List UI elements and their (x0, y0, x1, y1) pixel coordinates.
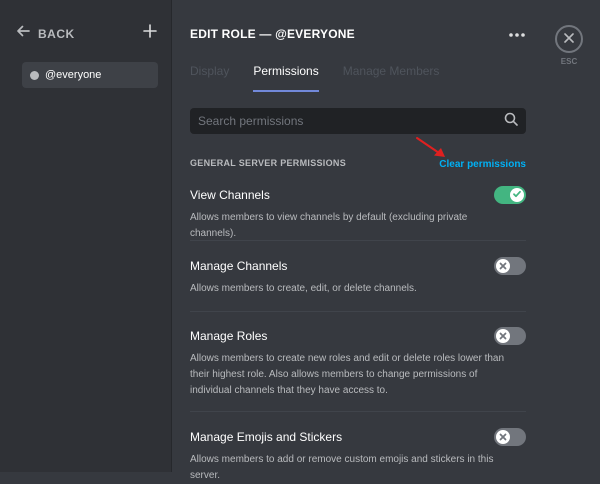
settings-sidebar: BACK @everyone (0, 0, 172, 472)
section-title: GENERAL SERVER PERMISSIONS (190, 158, 347, 168)
permission-manage-roles: Manage Roles Allows members to create ne… (190, 327, 526, 412)
close-area: ESC (555, 25, 587, 66)
esc-label: ESC (560, 57, 578, 66)
annotation-arrow-icon (415, 136, 447, 165)
back-button[interactable]: BACK (16, 24, 75, 43)
toggle-manage-emojis-stickers[interactable] (494, 428, 526, 446)
page-title: EDIT ROLE — @EVERYONE (190, 27, 355, 41)
search-input[interactable] (198, 114, 504, 128)
check-icon (512, 186, 522, 204)
permission-manage-channels: Manage Channels Allows members to create… (190, 257, 526, 312)
close-button[interactable] (555, 25, 583, 53)
role-item-everyone[interactable]: @everyone (22, 62, 158, 88)
close-icon (564, 30, 574, 48)
permission-view-channels: View Channels Allows members to view cha… (190, 186, 526, 241)
clear-permissions-link[interactable]: Clear permissions (439, 159, 526, 170)
tab-manage-members[interactable]: Manage Members (343, 56, 440, 92)
toggle-view-channels[interactable] (494, 186, 526, 204)
permission-description: Allows members to create new roles and e… (190, 353, 505, 396)
plus-icon (143, 24, 157, 42)
permission-name: View Channels (190, 188, 270, 202)
tab-display[interactable]: Display (190, 56, 229, 92)
ellipsis-icon (509, 24, 525, 42)
permission-description: Allows members to view channels by defau… (190, 212, 468, 239)
role-color-dot (30, 70, 39, 80)
search-bar (190, 108, 526, 134)
permission-description: Allows members to create, edit, or delet… (190, 283, 417, 294)
role-editor: EDIT ROLE — @EVERYONE Display Permission… (173, 0, 543, 481)
back-label: BACK (38, 26, 75, 41)
create-role-button[interactable] (143, 24, 157, 43)
permission-name: Manage Emojis and Stickers (190, 430, 343, 444)
divider (190, 311, 526, 312)
x-icon (499, 257, 507, 275)
tab-bar: Display Permissions Manage Members (190, 56, 463, 92)
permission-description: Allows members to add or remove custom e… (190, 454, 494, 481)
toggle-manage-channels[interactable] (494, 257, 526, 275)
more-options-button[interactable] (506, 24, 528, 42)
x-icon (499, 327, 507, 345)
permission-name: Manage Channels (190, 259, 288, 273)
role-label: @everyone (45, 69, 102, 81)
magnifier-icon[interactable] (504, 112, 518, 131)
divider (190, 240, 526, 241)
permission-manage-emojis-stickers: Manage Emojis and Stickers Allows member… (190, 428, 526, 481)
sidebar-header: BACK (16, 24, 157, 46)
x-icon (499, 428, 507, 446)
arrow-left-icon (16, 24, 30, 43)
permission-name: Manage Roles (190, 329, 268, 343)
divider (190, 411, 526, 412)
toggle-manage-roles[interactable] (494, 327, 526, 345)
tab-permissions[interactable]: Permissions (253, 56, 319, 92)
